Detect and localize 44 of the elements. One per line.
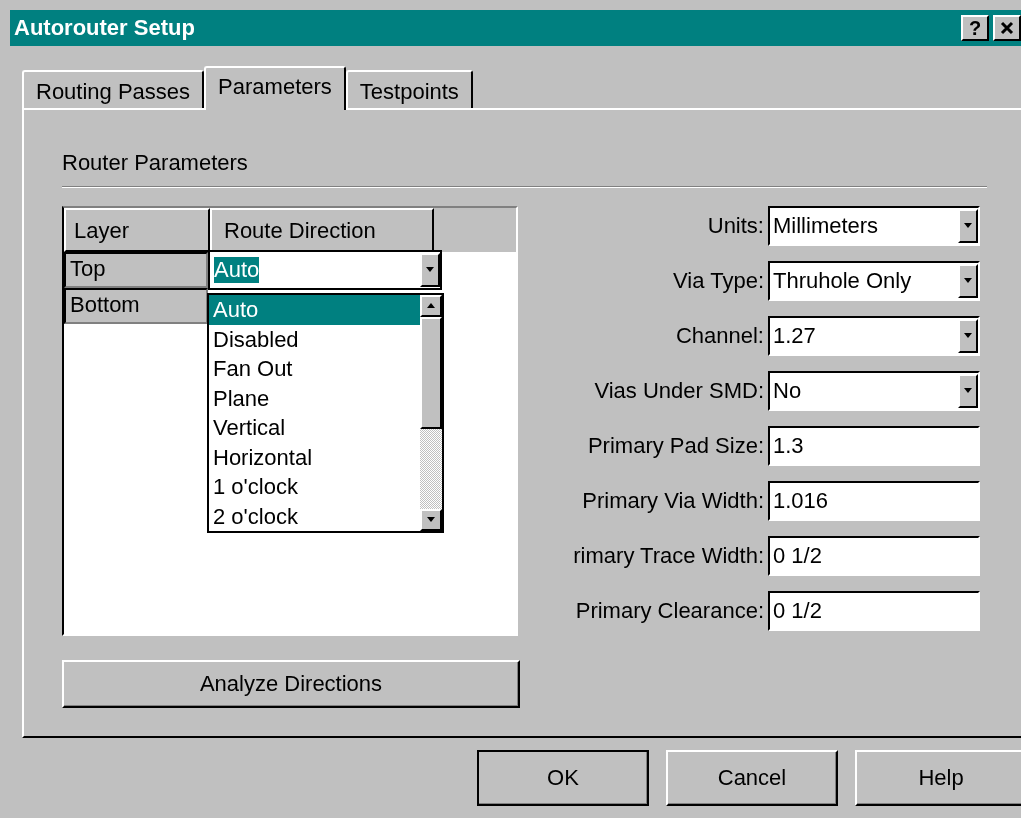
field-label: Primary Via Width: [581,488,764,514]
scroll-up-icon[interactable] [420,295,442,317]
list-option[interactable]: Horizontal [209,442,420,472]
dialog-button[interactable]: OK [477,750,649,806]
dropdown-field[interactable]: No [768,371,980,411]
list-option[interactable]: Auto [209,295,420,325]
close-icon [1000,21,1014,35]
tab[interactable]: Routing Passes [22,70,205,108]
list-option[interactable]: Fan Out [209,354,420,384]
group-title: Router Parameters [62,150,249,176]
window-title: Autorouter Setup [13,15,195,41]
layer-cell[interactable]: Top [64,252,208,288]
layer-cell[interactable]: Bottom [64,288,208,324]
field-label: rimary Trace Width: [572,543,764,569]
list-option[interactable]: Plane [209,383,420,413]
scroll-down-icon[interactable] [420,509,442,531]
close-button[interactable] [993,15,1021,41]
dropdown-field[interactable]: 1.27 [768,316,980,356]
field-label: Primary Clearance: [574,598,764,624]
scrollbar-thumb[interactable] [420,317,442,429]
list-option[interactable]: 2 o'clock [209,501,420,531]
analyze-button[interactable]: Analyze Directions [62,660,520,708]
field-label: Vias Under SMD: [593,378,764,404]
input-field[interactable]: 1.3 [768,426,980,466]
dropdown-field[interactable]: Millimeters [768,206,980,246]
input-field[interactable]: 0 1/2 [768,536,980,576]
list-option[interactable]: 1 o'clock [209,472,420,502]
tab[interactable]: Parameters [204,66,346,110]
dialog-button[interactable]: Cancel [666,750,838,806]
scrollbar[interactable] [420,295,442,531]
help-button[interactable]: ? [961,15,989,41]
tab[interactable]: Testpoints [345,70,473,108]
field-label: Units: [706,213,764,239]
input-field[interactable]: 0 1/2 [768,591,980,631]
dialog-button[interactable]: Help [855,750,1021,806]
field-label: Channel: [674,323,764,349]
field-label: Via Type: [672,268,764,294]
list-option[interactable]: Disabled [209,324,420,354]
input-field[interactable]: 1.016 [768,481,980,521]
column-header[interactable]: Layer [64,208,210,252]
list-option[interactable]: Vertical [209,413,420,443]
dropdown-field[interactable]: Thruhole Only [768,261,980,301]
field-label: Primary Pad Size: [586,433,764,459]
direction-dropdown[interactable]: Auto [208,250,442,290]
